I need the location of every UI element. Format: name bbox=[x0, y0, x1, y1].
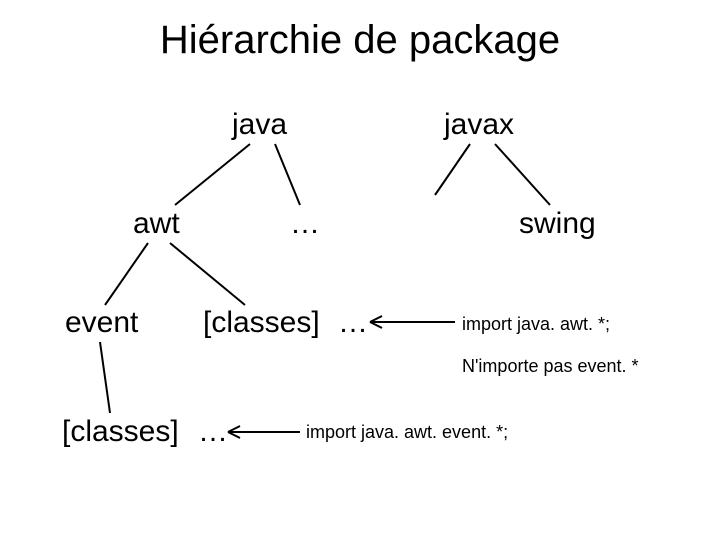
label-import-event: import java. awt. event. *; bbox=[306, 422, 508, 443]
node-dots-level2: … bbox=[290, 207, 320, 241]
node-swing: swing bbox=[519, 207, 596, 241]
label-import-awt: import java. awt. *; bbox=[462, 314, 610, 335]
node-classes-awt: [classes] bbox=[203, 306, 320, 340]
node-dots-level4: … bbox=[198, 415, 228, 449]
node-event: event bbox=[65, 306, 138, 340]
node-java: java bbox=[232, 108, 287, 142]
node-dots-level3: … bbox=[338, 306, 368, 340]
label-note-event: N'importe pas event. * bbox=[462, 356, 639, 377]
node-awt: awt bbox=[133, 207, 180, 241]
page-title: Hiérarchie de package bbox=[0, 18, 720, 63]
node-javax: javax bbox=[444, 108, 514, 142]
node-classes-event: [classes] bbox=[62, 415, 179, 449]
connector-lines bbox=[0, 0, 720, 540]
